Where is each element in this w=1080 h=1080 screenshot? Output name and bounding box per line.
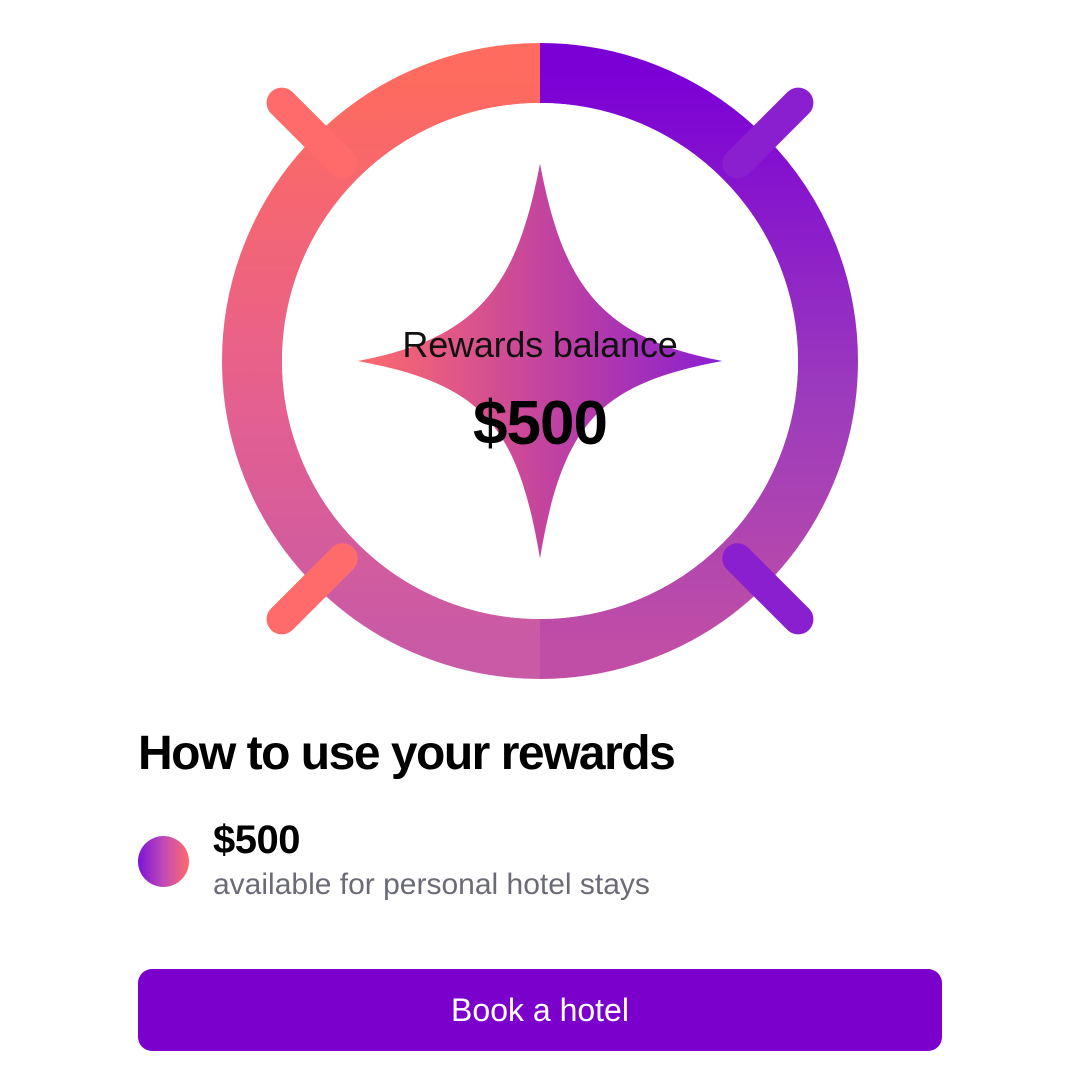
rewards-page: Rewards balance $500 How to use your rew… [0, 0, 1080, 1080]
rewards-balance-amount: $500 [473, 389, 608, 458]
reward-item: $500 available for personal hotel stays [138, 818, 938, 908]
balance-center: Rewards balance $500 [221, 42, 859, 680]
rewards-balance-label: Rewards balance [402, 324, 678, 365]
section-title: How to use your rewards [138, 727, 676, 780]
reward-description: available for personal hotel stays [213, 868, 650, 901]
gradient-dot-icon [138, 836, 189, 887]
book-hotel-button[interactable]: Book a hotel [138, 969, 942, 1051]
rewards-balance-ring: Rewards balance $500 [221, 42, 859, 680]
reward-amount: $500 [213, 818, 300, 862]
